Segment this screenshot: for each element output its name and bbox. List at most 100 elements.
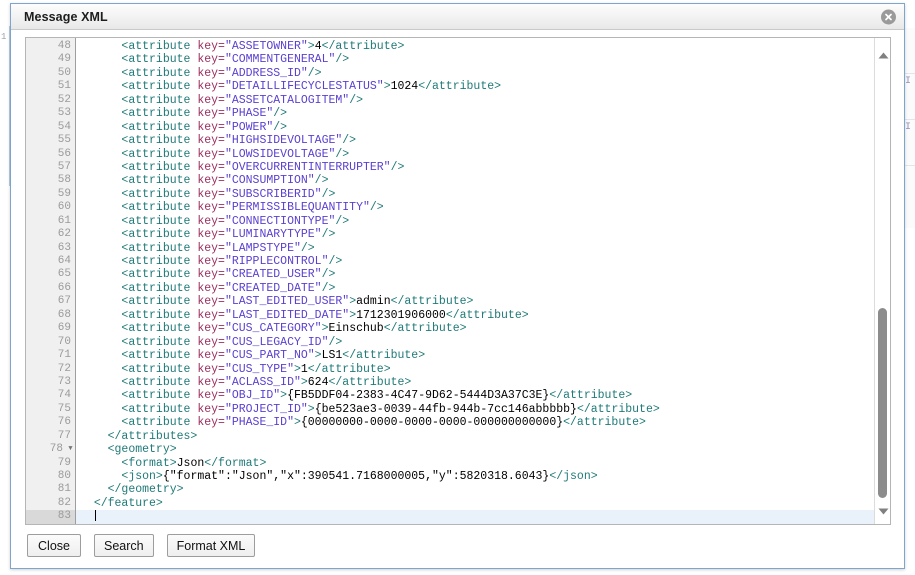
fold-toggle-icon[interactable]: ▼ [66, 443, 75, 456]
code-line[interactable]: <attribute key="ASSETCATALOGITEM"/> [76, 94, 874, 107]
screen: 1 O GI GI Message XML 484950515253545556… [0, 0, 915, 575]
code-token: "DETAILLIFECYCLESTATUS" [224, 80, 384, 94]
code-token: </format> [204, 456, 267, 470]
line-number: 63 [57, 241, 71, 254]
code-line[interactable]: <attribute key="ASSETOWNER">4</attribute… [76, 40, 874, 53]
code-token: Einschub [328, 322, 384, 336]
line-number: 83 [26, 510, 75, 524]
code-token: <attribute [121, 66, 198, 80]
code-line[interactable]: <attribute key="SUBSCRIBERID"/> [76, 188, 874, 201]
code-line[interactable]: <attribute key="CUS_TYPE">1</attribute> [76, 363, 874, 376]
code-line[interactable]: <attribute key="CUS_LEGACY_ID"/> [76, 336, 874, 349]
code-line[interactable]: <geometry> [76, 443, 874, 456]
code-token: /> [321, 228, 336, 242]
line-number: 82 [57, 496, 71, 509]
code-line[interactable]: </attributes> [76, 430, 874, 443]
xml-editor[interactable]: 48 49 50 51 52 53 54 55 56 57 58 59 60 61 62 63 64 65 66 67… [25, 37, 891, 525]
code-token: key= [197, 375, 225, 389]
dialog-titlebar: Message XML [11, 4, 904, 30]
code-line[interactable]: <attribute key="CONSUMPTION"/> [76, 174, 874, 187]
triangle-down-icon[interactable] [875, 503, 890, 520]
line-number: 64 [57, 255, 71, 267]
text-cursor [94, 510, 96, 522]
line-number: 69 [57, 322, 71, 335]
code-token: </attribute> [383, 322, 467, 336]
line-number-gutter: 48 49 50 51 52 53 54 55 56 57 58 59 60 61 62 63 64 65 66 67… [26, 38, 76, 524]
dialog-button-bar: Close Search Format XML [27, 534, 256, 557]
close-button[interactable]: Close [27, 534, 81, 557]
line-number: 56 [57, 147, 71, 160]
code-content[interactable]: <attribute key="ASSETOWNER">4</attribute… [76, 38, 874, 524]
code-token: </attribute> [418, 80, 502, 94]
code-token: key= [197, 147, 225, 161]
code-token: {be523ae3-0039-44fb-944b-7cc146abbbbb} [314, 402, 577, 416]
code-line[interactable]: <attribute key="CREATED_USER"/> [76, 268, 874, 281]
code-token: </json> [549, 470, 598, 483]
code-line[interactable]: <attribute key="LAST_EDITED_DATE">171230… [76, 309, 874, 322]
code-token: "CUS_CATEGORY" [224, 322, 322, 336]
code-line[interactable]: <attribute key="ADDRESS_ID"/> [76, 67, 874, 80]
code-token: key= [197, 80, 225, 94]
code-token: "OVERCURRENTINTERRUPTER" [224, 160, 391, 174]
code-line[interactable]: <attribute key="RIPPLECONTROL"/> [76, 255, 874, 268]
code-line[interactable]: <attribute key="CREATED_DATE"/> [76, 282, 874, 295]
code-token: "LUMINARYTYPE" [224, 228, 322, 242]
code-line[interactable]: <attribute key="COMMENTGENERAL"/> [76, 53, 874, 66]
close-circle-icon[interactable] [881, 9, 896, 24]
code-line[interactable]: <attribute key="LAST_EDITED_USER">admin<… [76, 295, 874, 308]
code-token: </feature> [93, 496, 163, 510]
code-token: > [307, 40, 315, 53]
code-token: </attribute> [328, 375, 412, 389]
code-token: <json> [121, 470, 163, 483]
code-token: /> [321, 268, 336, 282]
code-token: key= [197, 66, 225, 80]
code-token: /> [273, 107, 288, 121]
code-line[interactable] [76, 510, 874, 524]
code-token: /> [307, 66, 322, 80]
line-number: 73 [57, 375, 71, 388]
code-line[interactable]: <attribute key="POWER"/> [76, 121, 874, 134]
code-line[interactable]: <attribute key="LOWSIDEVOLTAGE"/> [76, 148, 874, 161]
code-line[interactable]: <json>{"format":"Json","x":390541.716800… [76, 470, 874, 483]
code-line[interactable]: <attribute key="DETAILLIFECYCLESTATUS">1… [76, 80, 874, 93]
code-line[interactable]: <attribute key="HIGHSIDEVOLTAGE"/> [76, 134, 874, 147]
message-xml-dialog: Message XML 48 49 50 51 52 53 54 55 56 57 58 59 60 61… [10, 3, 905, 569]
vertical-scrollbar[interactable] [874, 38, 890, 524]
code-line[interactable]: <attribute key="PHASE"/> [76, 107, 874, 120]
code-token: /> [321, 187, 336, 201]
code-token: 1024 [390, 80, 419, 94]
triangle-up-icon[interactable] [875, 47, 890, 64]
code-area[interactable]: 48 49 50 51 52 53 54 55 56 57 58 59 60 61 62 63 64 65 66 67… [26, 38, 874, 524]
code-token: <attribute [121, 214, 198, 228]
code-token: "COMMENTGENERAL" [224, 53, 336, 67]
line-number: 68 [57, 308, 71, 321]
code-line[interactable]: </feature> [76, 497, 874, 510]
line-number: 51 [57, 80, 71, 93]
code-line[interactable]: <attribute key="PROJECT_ID">{be523ae3-00… [76, 403, 874, 416]
code-token: "ASSETCATALOGITEM" [224, 93, 350, 107]
code-token: /> [390, 160, 405, 174]
code-line[interactable]: <format>Json</format> [76, 457, 874, 470]
code-line[interactable]: <attribute key="LUMINARYTYPE"/> [76, 228, 874, 241]
code-token: key= [197, 241, 225, 255]
code-line[interactable]: <attribute key="CUS_CATEGORY">Einschub</… [76, 322, 874, 335]
code-line[interactable]: <attribute key="ACLASS_ID">624</attribut… [76, 376, 874, 389]
code-token: "HIGHSIDEVOLTAGE" [224, 134, 343, 148]
code-line[interactable]: <attribute key="PERMISSIBLEQUANTITY"/> [76, 201, 874, 214]
code-line[interactable]: <attribute key="LAMPSTYPE"/> [76, 242, 874, 255]
code-token: </attribute> [321, 40, 405, 53]
code-line[interactable]: <attribute key="PHASE_ID">{00000000-0000… [76, 416, 874, 429]
code-token: /> [369, 201, 384, 215]
code-line[interactable]: <attribute key="OBJ_ID">{FB5DDF04-2383-4… [76, 389, 874, 402]
code-token: <geometry> [107, 443, 177, 457]
line-number: 49 [57, 53, 71, 66]
format-xml-button[interactable]: Format XML [166, 534, 256, 557]
code-line[interactable]: <attribute key="OVERCURRENTINTERRUPTER"/… [76, 161, 874, 174]
code-token: /> [335, 53, 350, 67]
vertical-scroll-thumb[interactable] [878, 308, 887, 498]
code-line[interactable]: </geometry> [76, 483, 874, 496]
code-line[interactable]: <attribute key="CUS_PART_NO">LS1</attrib… [76, 349, 874, 362]
code-line[interactable]: <attribute key="CONNECTIONTYPE"/> [76, 215, 874, 228]
search-button[interactable]: Search [94, 534, 154, 557]
line-number: 55 [57, 134, 71, 147]
